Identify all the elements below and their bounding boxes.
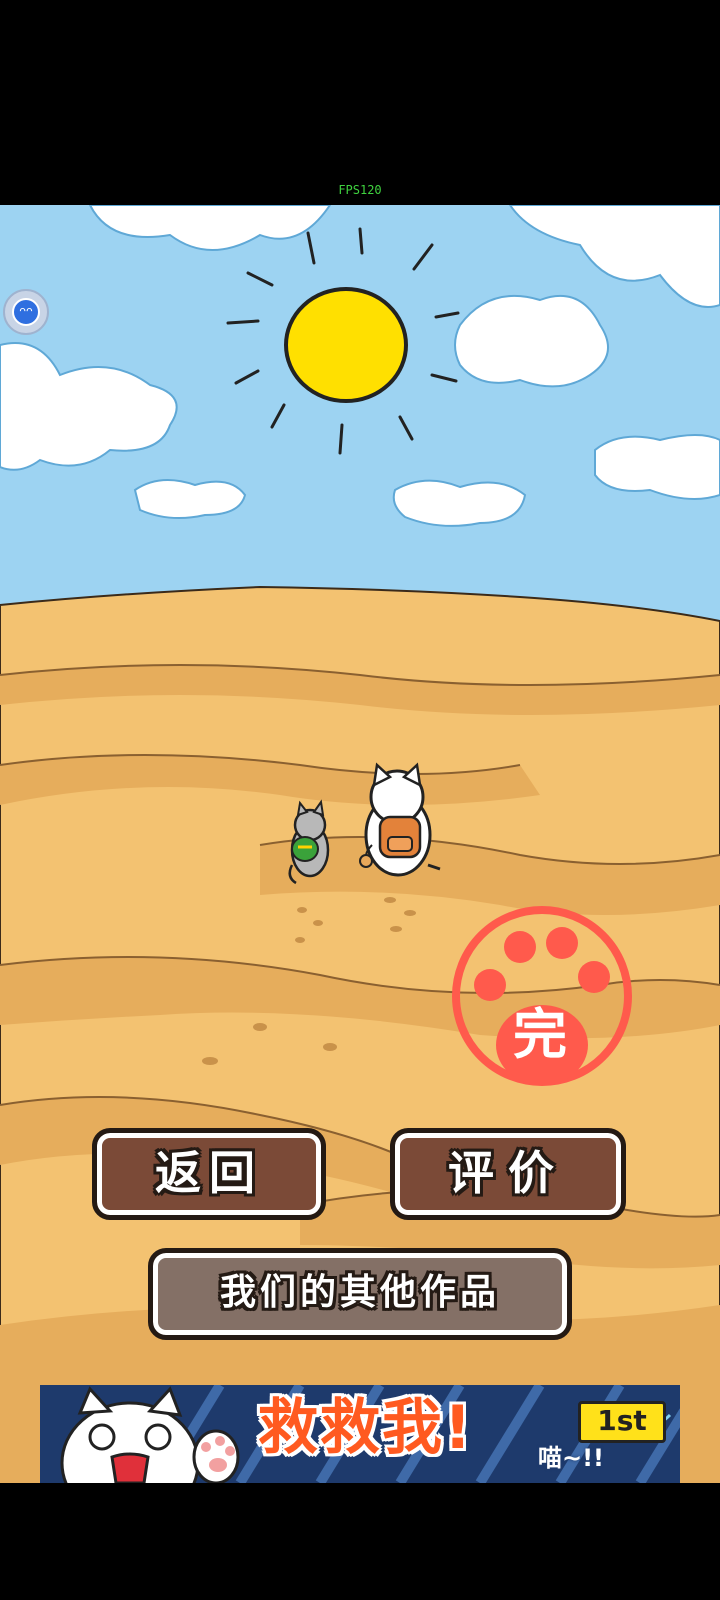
back-button[interactable]: 返回 (92, 1128, 326, 1220)
complete-stamp-label: 完 (513, 1003, 567, 1066)
rate-button-label: 评价 (448, 1146, 568, 1200)
device-screen: FPS120 ᴖᴖ 完 返回 评价 我们的其他作品 救救我! 1st 喵~!! (0, 0, 720, 1600)
banner-ad-rank-badge: 1st (578, 1401, 666, 1443)
sun (284, 287, 408, 403)
more-games-button[interactable]: 我们的其他作品 (148, 1248, 572, 1340)
back-button-label: 返回 (155, 1146, 263, 1200)
more-games-button-label: 我们的其他作品 (219, 1272, 500, 1313)
floating-ball-icon: ᴖᴖ (12, 298, 40, 326)
banner-ad-title: 救救我! (258, 1393, 474, 1463)
game-canvas[interactable]: ᴖᴖ 完 返回 评价 我们的其他作品 救救我! 1st 喵~!! (0, 205, 720, 1483)
assistive-floating-ball[interactable]: ᴖᴖ (3, 289, 49, 335)
banner-ad-subtitle: 喵~!! (538, 1444, 604, 1472)
rate-button[interactable]: 评价 (390, 1128, 626, 1220)
banner-ad[interactable]: 救救我! 1st 喵~!! (40, 1385, 680, 1483)
fps-counter: FPS120 (338, 183, 382, 197)
